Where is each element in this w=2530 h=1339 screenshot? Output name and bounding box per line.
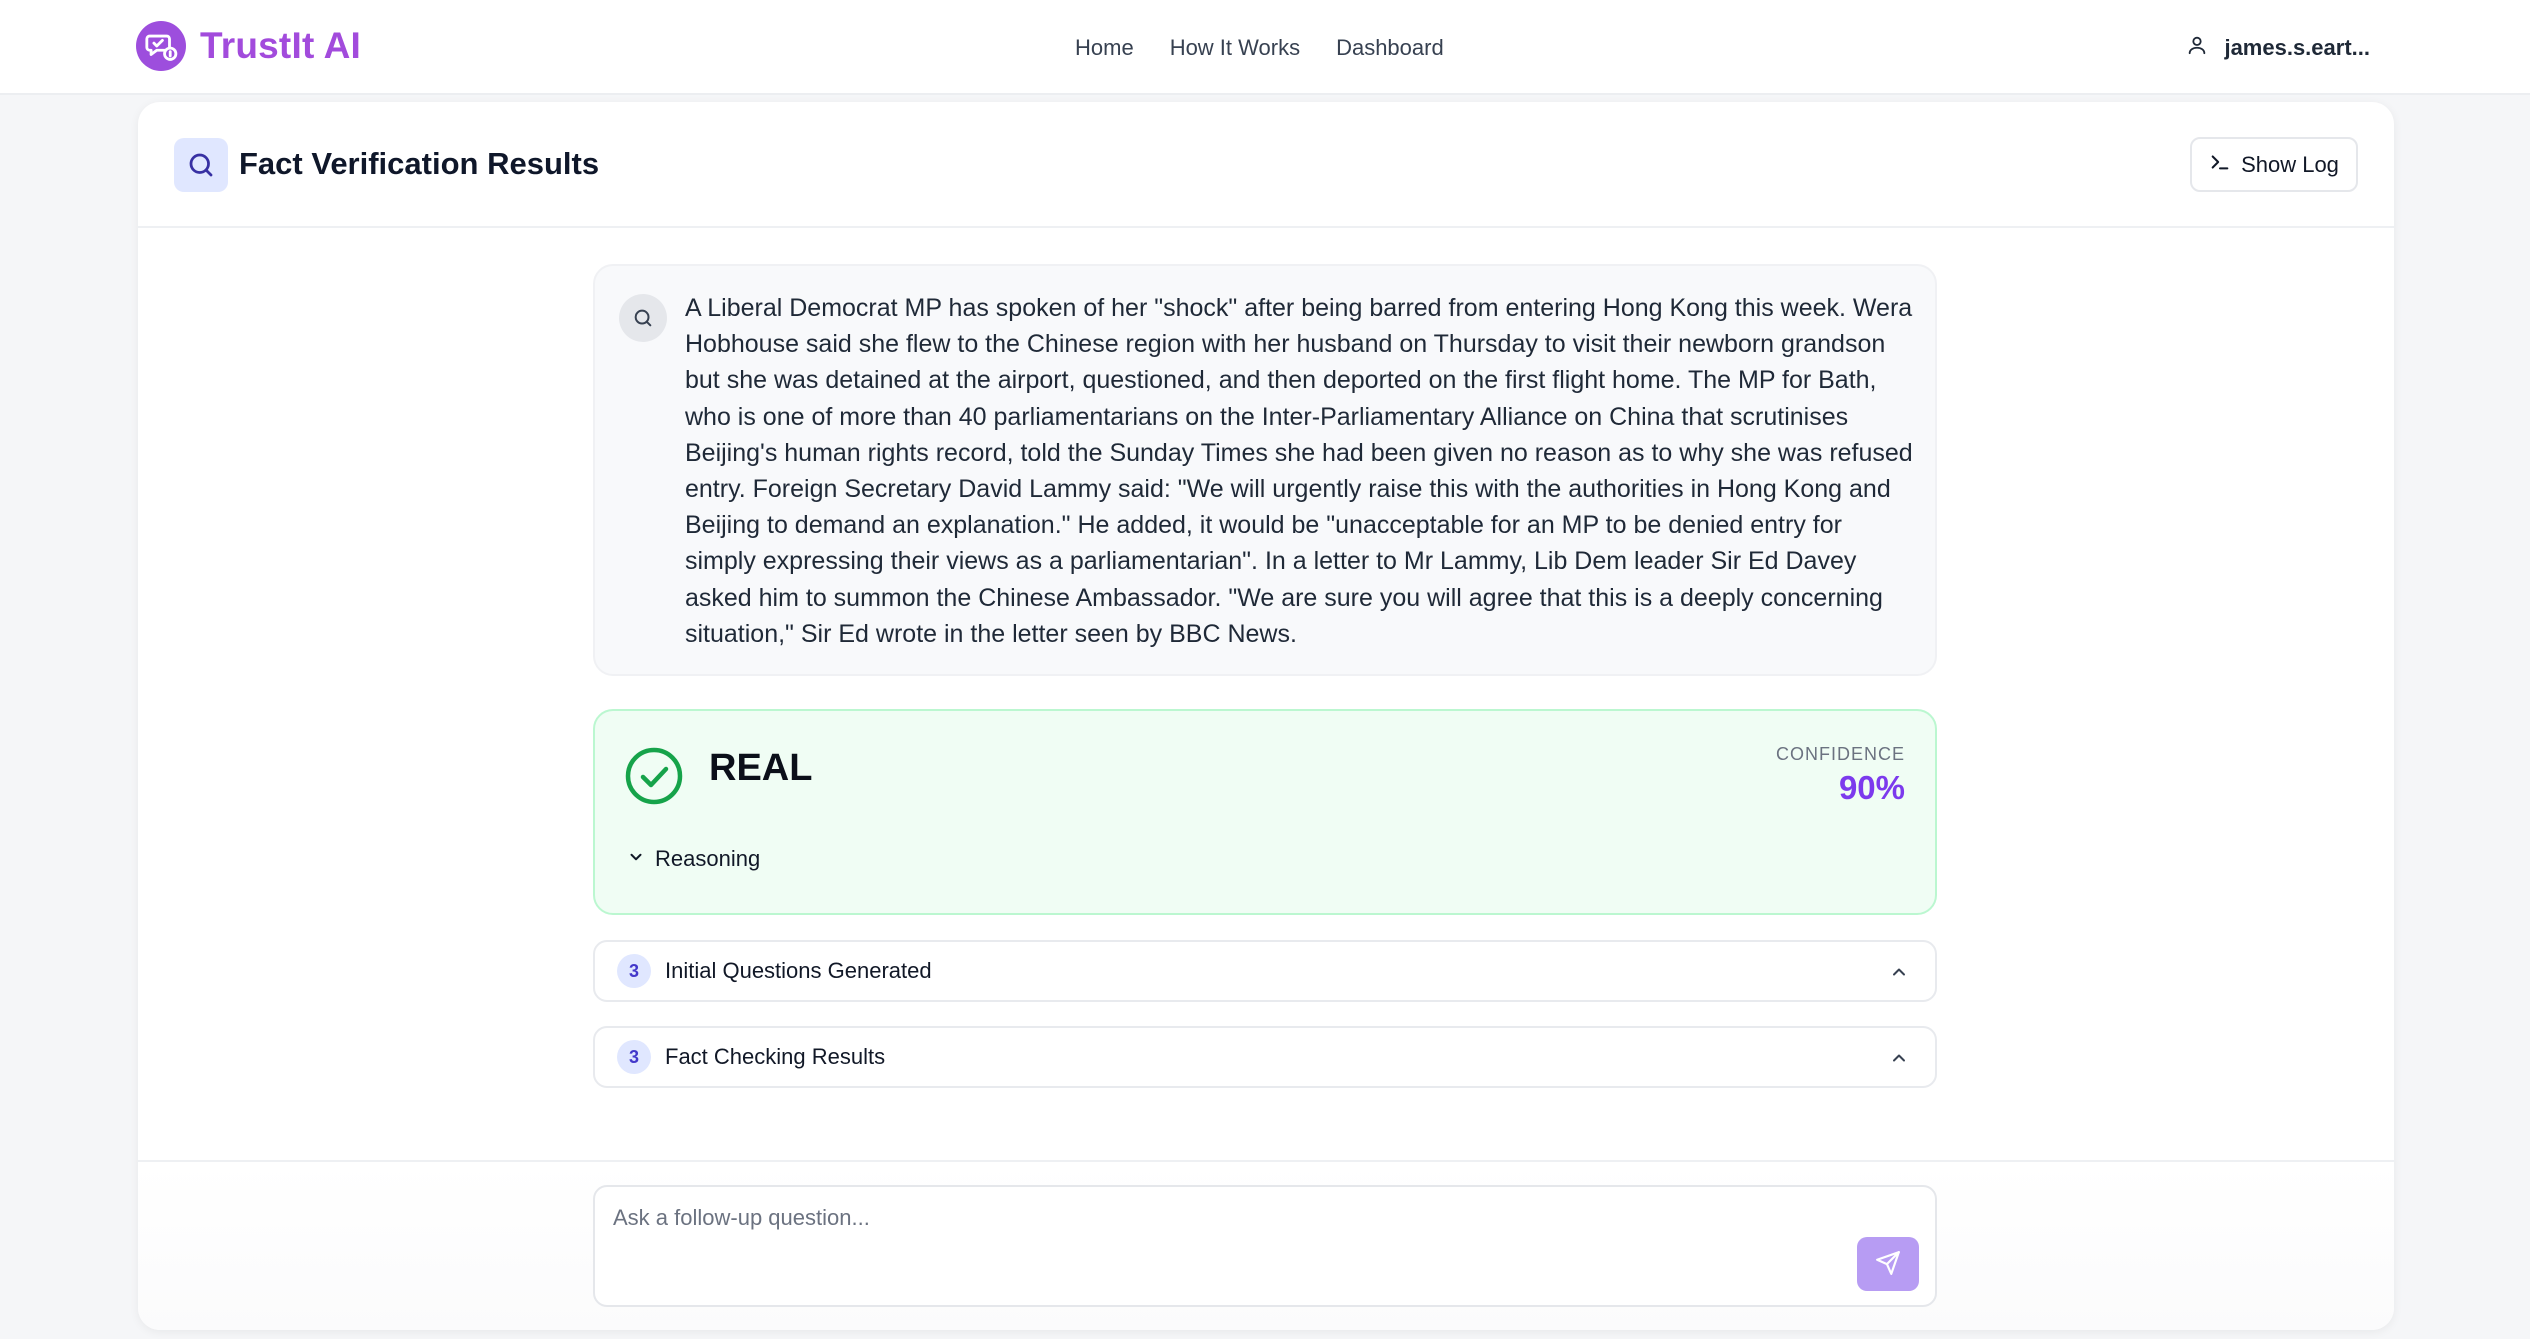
show-log-button[interactable]: Show Log bbox=[2190, 137, 2358, 192]
nav-dashboard[interactable]: Dashboard bbox=[1336, 35, 1444, 61]
reasoning-label: Reasoning bbox=[655, 846, 761, 871]
results-card: Fact Verification Results Show Log A Lib… bbox=[138, 102, 2394, 1330]
show-log-label: Show Log bbox=[2241, 151, 2339, 177]
claim-text: A Liberal Democrat MP has spoken of her … bbox=[685, 294, 1913, 648]
count-badge: 3 bbox=[617, 954, 651, 988]
initial-questions-accordion[interactable]: 3 Initial Questions Generated bbox=[593, 940, 1937, 1002]
results-header: Fact Verification Results Show Log bbox=[138, 102, 2394, 228]
verdict-label: REAL bbox=[709, 747, 813, 789]
chevron-up-icon bbox=[1889, 962, 1909, 987]
search-icon bbox=[174, 138, 228, 192]
page-title: Fact Verification Results bbox=[239, 146, 600, 181]
user-menu[interactable]: james.s.eart... bbox=[2186, 0, 2370, 95]
followup-input[interactable] bbox=[613, 1201, 1813, 1235]
top-navbar: TrustIt AI Home How It Works Dashboard j… bbox=[0, 0, 2530, 95]
brand-name: TrustIt AI bbox=[200, 25, 361, 66]
send-icon bbox=[1875, 1250, 1901, 1279]
user-name: james.s.eart... bbox=[2224, 34, 2370, 60]
send-button[interactable] bbox=[1857, 1237, 1919, 1291]
accordion-label: Fact Checking Results bbox=[665, 1044, 886, 1069]
followup-box bbox=[593, 1185, 1937, 1307]
chevron-up-icon bbox=[1889, 1048, 1909, 1073]
check-circle-icon bbox=[625, 747, 683, 810]
confidence-label: CONFIDENCE bbox=[1775, 744, 1905, 764]
nav-how-it-works[interactable]: How It Works bbox=[1170, 35, 1300, 61]
main-nav: Home How It Works Dashboard bbox=[1075, 0, 1444, 95]
terminal-icon bbox=[2209, 151, 2231, 179]
chevron-down-icon bbox=[627, 846, 645, 872]
trustit-logo-icon bbox=[136, 21, 186, 71]
nav-home[interactable]: Home bbox=[1075, 35, 1134, 61]
fact-checking-accordion[interactable]: 3 Fact Checking Results bbox=[593, 1026, 1937, 1088]
reasoning-toggle[interactable]: Reasoning bbox=[627, 846, 760, 872]
count-badge: 3 bbox=[617, 1040, 651, 1074]
brand-logo[interactable]: TrustIt AI bbox=[136, 21, 361, 71]
verdict-panel: REAL CONFIDENCE 90% Reasoning bbox=[593, 709, 1937, 915]
accordion-label: Initial Questions Generated bbox=[665, 958, 932, 983]
user-icon bbox=[2186, 34, 2208, 61]
confidence-value: 90% bbox=[1838, 769, 1905, 806]
search-icon bbox=[619, 294, 667, 342]
claim-box: A Liberal Democrat MP has spoken of her … bbox=[593, 264, 1937, 676]
